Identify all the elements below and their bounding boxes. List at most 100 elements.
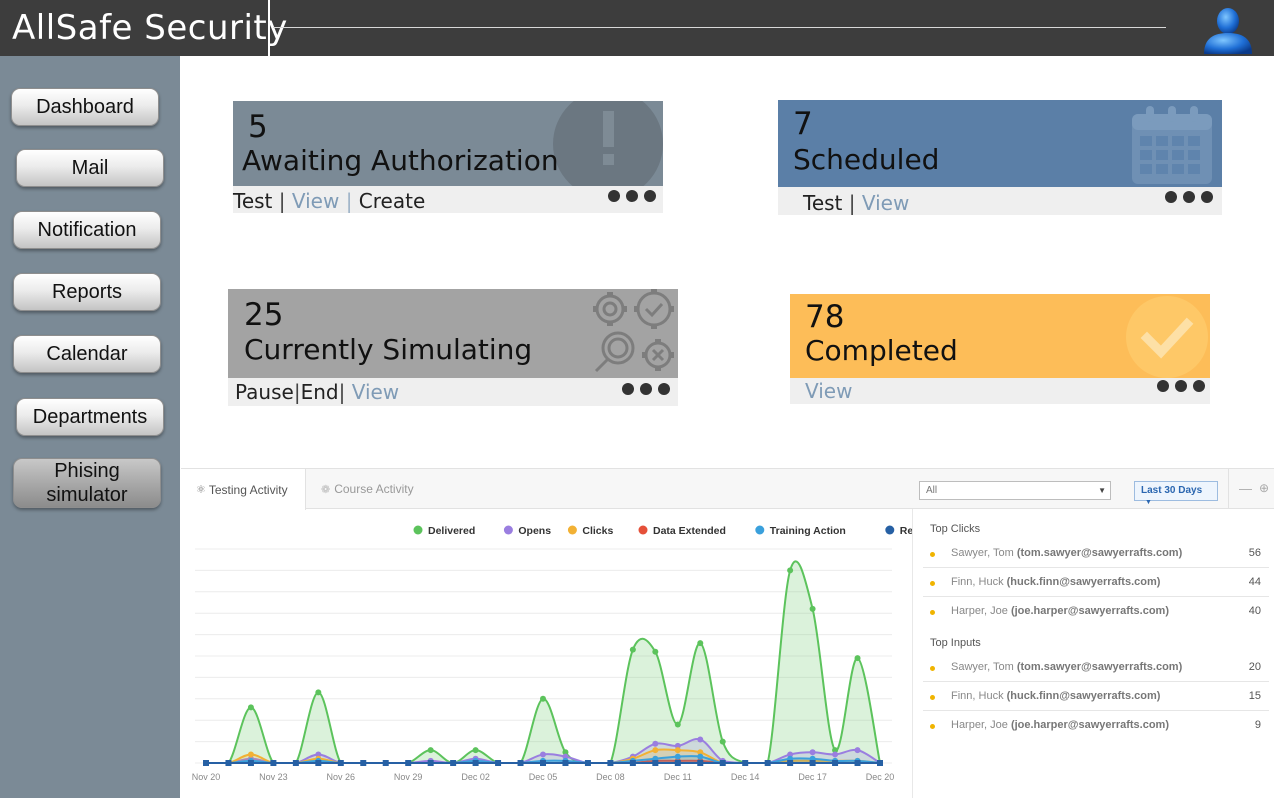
- more-options-icon[interactable]: [622, 383, 670, 395]
- test-link[interactable]: Test: [803, 191, 842, 215]
- pause-link[interactable]: Pause: [235, 380, 294, 404]
- more-options-icon[interactable]: [608, 190, 656, 202]
- count: 15: [1248, 690, 1261, 702]
- list-item[interactable]: Harper, Joe (joe.harper@sawyerrafts.com)…: [923, 597, 1269, 626]
- caret-down-icon: ▼: [1145, 499, 1152, 506]
- sidebar-item-notification[interactable]: Notification: [13, 211, 161, 249]
- list-item[interactable]: Sawyer, Tom (tom.sawyer@sawyerrafts.com)…: [923, 539, 1269, 568]
- separator: |: [345, 189, 353, 213]
- data-point-opens: [697, 736, 704, 743]
- count: 9: [1254, 719, 1261, 731]
- data-point-clicks: [674, 747, 681, 754]
- count: 56: [1248, 547, 1261, 559]
- data-point-opens: [540, 751, 546, 758]
- sidebar-item-calendar[interactable]: Calendar: [13, 335, 161, 373]
- x-tick-label: Nov 20: [192, 772, 221, 782]
- person-email: (huck.finn@sawyerrafts.com): [1006, 576, 1161, 588]
- collapse-icon[interactable]: ⊕: [1259, 481, 1269, 495]
- data-point-reported: [517, 760, 524, 766]
- card-currently-simulating: 25 Currently Simulating Pause|End| View: [228, 289, 678, 406]
- sidebar-item-dashboard[interactable]: Dashboard: [11, 88, 159, 126]
- card-count: 5: [248, 109, 268, 145]
- toolbar-divider: [1228, 469, 1229, 509]
- x-tick-label: Dec 17: [798, 772, 827, 782]
- x-tick-label: Dec 14: [731, 772, 760, 782]
- sidebar-item-label: Notification: [37, 218, 137, 241]
- more-options-icon[interactable]: [1157, 380, 1205, 392]
- data-point-reported: [607, 760, 614, 766]
- filter-select[interactable]: All ▼: [919, 481, 1111, 500]
- data-point-delivered: [427, 747, 434, 754]
- person-name: Finn, Huck: [951, 576, 1004, 588]
- card-count: 7: [793, 106, 813, 142]
- legend-marker: [567, 525, 577, 535]
- data-point-reported: [450, 760, 457, 766]
- data-point-reported: [247, 760, 254, 766]
- sidebar-item-reports[interactable]: Reports: [13, 273, 161, 311]
- card-completed: 78 Completed View: [790, 294, 1210, 404]
- view-link[interactable]: View: [862, 191, 909, 215]
- separator: |: [278, 189, 286, 213]
- list-item[interactable]: Finn, Huck (huck.finn@sawyerrafts.com) 1…: [923, 682, 1269, 711]
- user-icon[interactable]: [1200, 2, 1256, 54]
- data-point-opens: [652, 740, 659, 747]
- card-header: 7 Scheduled: [778, 100, 1222, 187]
- view-link[interactable]: View: [292, 189, 339, 213]
- chevron-down-icon: ▼: [1098, 486, 1106, 495]
- exclamation-icon: [553, 101, 663, 186]
- list-item[interactable]: Sawyer, Tom (tom.sawyer@sawyerrafts.com)…: [923, 653, 1269, 682]
- person-email: (tom.sawyer@sawyerrafts.com): [1016, 547, 1183, 559]
- checkmark-icon: [1126, 296, 1208, 378]
- data-point-clicks: [247, 751, 254, 758]
- data-point-delivered: [854, 655, 861, 662]
- data-point-reported: [203, 760, 209, 766]
- data-point-delivered: [652, 648, 659, 655]
- list-item[interactable]: Harper, Joe (joe.harper@sawyerrafts.com)…: [923, 711, 1269, 740]
- data-point-reported: [652, 760, 659, 766]
- separator: |: [848, 191, 856, 215]
- data-point-clicks: [652, 747, 659, 754]
- top-clicks-heading: Top Clicks: [930, 523, 981, 535]
- legend-marker: [755, 525, 765, 535]
- card-awaiting-authorization: 5 Awaiting Authorization Test | View | C…: [233, 101, 663, 213]
- data-point-delivered: [674, 721, 681, 728]
- person-email: (huck.finn@sawyerrafts.com): [1006, 690, 1161, 702]
- sidebar-item-label: Dashboard: [36, 95, 134, 118]
- list-item-person: Harper, Joe (joe.harper@sawyerrafts.com): [951, 605, 1169, 617]
- end-link[interactable]: End: [301, 380, 339, 404]
- header-rule: [273, 27, 1166, 28]
- data-point-reported: [629, 760, 636, 766]
- test-link[interactable]: Test: [233, 189, 272, 213]
- sidebar-item-mail[interactable]: Mail: [16, 149, 164, 187]
- x-tick-label: Nov 29: [394, 772, 423, 782]
- card-header: 25 Currently Simulating: [228, 289, 678, 378]
- top-header: AllSafe Security: [0, 0, 1274, 56]
- calendar-icon: [1132, 106, 1212, 184]
- separator: |: [338, 380, 346, 404]
- data-point-opens: [809, 749, 816, 756]
- bullet-icon: [930, 581, 935, 586]
- x-tick-label: Nov 26: [327, 772, 356, 782]
- list-item[interactable]: Finn, Huck (huck.finn@sawyerrafts.com) 4…: [923, 568, 1269, 597]
- data-point-training-action: [674, 753, 681, 760]
- view-link[interactable]: View: [352, 380, 399, 404]
- legend-label: Clicks: [582, 525, 613, 537]
- view-link[interactable]: View: [805, 379, 852, 403]
- data-point-opens: [832, 751, 839, 758]
- card-label: Scheduled: [793, 143, 940, 176]
- more-options-icon[interactable]: [1165, 191, 1213, 203]
- date-range-button[interactable]: Last 30 Days ▼: [1134, 481, 1218, 506]
- minimize-icon[interactable]: —: [1239, 481, 1252, 496]
- legend-label: Opens: [518, 525, 551, 537]
- x-tick-label: Dec 02: [461, 772, 490, 782]
- bullet-icon: [930, 610, 935, 615]
- create-link[interactable]: Create: [359, 189, 425, 213]
- sidebar-item-phishing-simulator[interactable]: Phising simulator: [13, 458, 161, 508]
- legend-marker: [638, 525, 648, 535]
- tab-course-activity[interactable]: ❁ Course Activity: [321, 469, 431, 509]
- top-lists: Top Clicks Sawyer, Tom (tom.sawyer@sawye…: [912, 509, 1274, 798]
- tab-testing-activity[interactable]: ⚛ Testing Activity: [181, 469, 306, 510]
- data-point-reported: [315, 760, 322, 766]
- sidebar: Dashboard Mail Notification Reports Cale…: [0, 56, 180, 798]
- sidebar-item-departments[interactable]: Departments: [16, 398, 164, 436]
